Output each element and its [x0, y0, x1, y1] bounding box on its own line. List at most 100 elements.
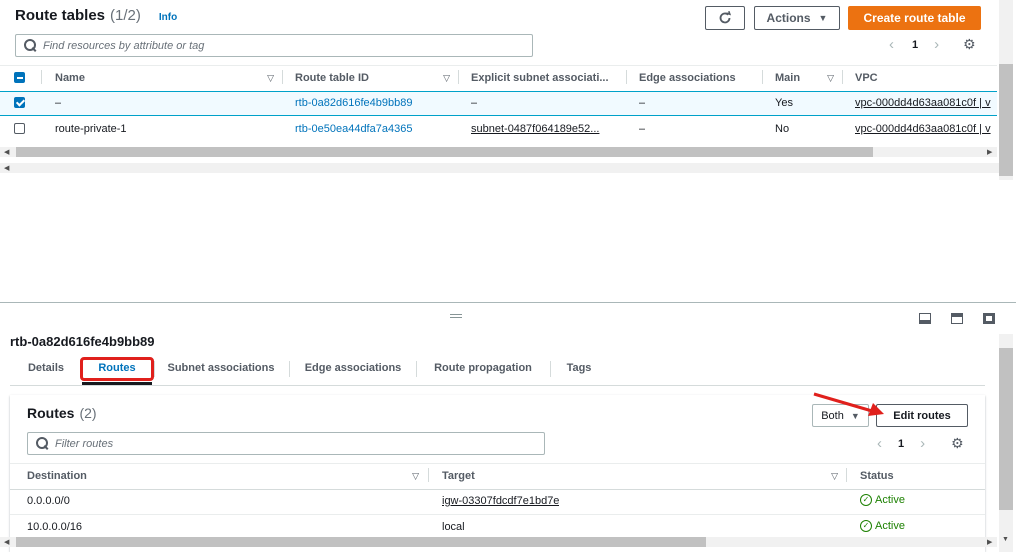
selection-count: (1/2)	[110, 7, 141, 24]
column-divider	[762, 70, 763, 84]
create-route-table-button[interactable]: Create route table	[848, 6, 981, 30]
column-divider	[842, 70, 843, 84]
row-name: –	[55, 97, 62, 109]
column-header-vpc[interactable]: VPC	[855, 65, 995, 91]
scrollbar-thumb[interactable]	[999, 64, 1013, 176]
drag-handle-icon[interactable]	[450, 314, 462, 315]
scrollbar-thumb[interactable]	[16, 537, 706, 547]
route-target-link[interactable]: igw-03307fdcdf7e1bd7e	[442, 495, 559, 507]
check-circle-icon: ✓	[860, 520, 872, 532]
routes-filter-input[interactable]: Filter routes	[27, 432, 545, 455]
edge-association: –	[639, 123, 646, 135]
caret-down-icon: ▼	[818, 13, 828, 23]
scrollbar-thumb[interactable]	[999, 348, 1013, 510]
select-all-checkbox[interactable]	[14, 72, 25, 83]
sort-icon: ▽	[831, 470, 838, 481]
tab-edge-associations[interactable]: Edge associations	[296, 356, 410, 380]
prev-page-icon[interactable]: ‹	[889, 36, 894, 53]
routes-pagination: ‹ 1 ›	[877, 435, 925, 452]
tabs-underline	[10, 385, 985, 386]
scroll-right-arrow[interactable]: ▶	[987, 148, 992, 156]
column-divider	[626, 70, 627, 84]
page-number[interactable]: 1	[912, 39, 918, 51]
column-divider	[282, 70, 283, 84]
status-text: Active	[875, 494, 905, 506]
actions-label: Actions	[766, 11, 811, 25]
resource-search-input[interactable]: Find resources by attribute or tag	[15, 34, 533, 57]
column-header-name[interactable]: Name ▽	[55, 65, 282, 91]
column-label: VPC	[855, 72, 878, 84]
column-header-main[interactable]: Main ▽	[775, 65, 842, 91]
main-flag: No	[775, 123, 790, 135]
annotation-arrow	[813, 392, 884, 416]
pagination: ‹ 1 ›	[889, 36, 939, 53]
column-header-subnet-associations[interactable]: Explicit subnet associati...	[471, 65, 626, 91]
filter-placeholder: Filter routes	[55, 437, 114, 450]
row-checkbox[interactable]	[14, 123, 25, 134]
scroll-down-arrow[interactable]: ▼	[1002, 536, 1009, 543]
settings-gear-icon[interactable]: ⚙	[963, 36, 976, 53]
panel-splitter[interactable]	[0, 302, 1016, 303]
panel-split-icon[interactable]	[951, 313, 963, 324]
next-page-icon[interactable]: ›	[920, 435, 925, 452]
annotation-highlight-box	[80, 357, 154, 381]
header-bottom-line	[10, 489, 985, 490]
column-header-edge-associations[interactable]: Edge associations	[639, 65, 761, 91]
refresh-button[interactable]	[705, 6, 745, 30]
scroll-right-arrow[interactable]: ▶	[987, 538, 992, 546]
column-label: Name	[55, 72, 85, 84]
column-label: Main	[775, 72, 801, 84]
panel-bottom-icon[interactable]	[919, 313, 931, 324]
edge-association: –	[639, 97, 646, 109]
page-title: Route tables	[15, 7, 106, 24]
info-link[interactable]: Info	[159, 12, 177, 23]
panel-horizontal-scrollbar[interactable]	[0, 163, 999, 173]
active-tab-indicator	[82, 382, 152, 385]
status-text: Active	[875, 520, 905, 532]
column-header-target[interactable]: Target ▽	[442, 463, 846, 489]
tab-divider	[289, 361, 290, 377]
sort-icon: ▽	[412, 470, 419, 481]
tab-details[interactable]: Details	[18, 356, 74, 380]
prev-page-icon[interactable]: ‹	[877, 435, 882, 452]
settings-gear-icon[interactable]: ⚙	[951, 435, 964, 452]
column-divider	[846, 468, 847, 482]
sort-icon: ▽	[267, 72, 274, 83]
tab-subnet-associations[interactable]: Subnet associations	[159, 356, 283, 380]
next-page-icon[interactable]: ›	[934, 36, 939, 53]
column-header-route-table-id[interactable]: Route table ID ▽	[295, 65, 458, 91]
tab-route-propagation[interactable]: Route propagation	[422, 356, 544, 380]
scrollbar-thumb[interactable]	[16, 147, 873, 157]
actions-button[interactable]: Actions ▼	[754, 6, 840, 30]
tab-tags[interactable]: Tags	[556, 356, 602, 380]
panel-full-icon[interactable]	[983, 313, 995, 324]
tab-divider	[416, 361, 417, 377]
scroll-left-arrow[interactable]: ◀	[4, 148, 9, 156]
table-row[interactable]	[0, 91, 997, 116]
column-label: Explicit subnet associati...	[471, 72, 609, 84]
route-table-id[interactable]: rtb-0e50ea44dfa7a4365	[295, 123, 412, 135]
scroll-left-arrow[interactable]: ◀	[4, 164, 9, 172]
route-tables-panel: Route tables (1/2) Info Actions ▼ Create…	[0, 0, 1016, 302]
route-target: local	[442, 521, 465, 533]
sort-icon: ▽	[443, 72, 450, 83]
drag-handle-icon[interactable]	[450, 317, 462, 318]
column-header-status[interactable]: Status	[860, 463, 980, 489]
subnet-association-link[interactable]: subnet-0487f064189e52...	[471, 123, 621, 135]
column-label: Route table ID	[295, 72, 369, 84]
route-tables-header: Route tables (1/2) Info	[15, 7, 177, 24]
route-table-id[interactable]: rtb-0a82d616fe4b9bb89	[295, 97, 412, 109]
column-header-destination[interactable]: Destination ▽	[27, 463, 427, 489]
routes-count: (2)	[79, 405, 97, 421]
row-name: route-private-1	[55, 123, 127, 135]
page-number[interactable]: 1	[898, 438, 904, 450]
detail-title: rtb-0a82d616fe4b9bb89	[10, 334, 155, 349]
column-label: Status	[860, 470, 894, 482]
route-status: ✓ Active	[860, 494, 905, 506]
scroll-left-arrow[interactable]: ◀	[4, 538, 9, 546]
vpc-link[interactable]: vpc-000dd4d63aa081c0f | v	[855, 123, 997, 135]
check-circle-icon: ✓	[860, 494, 872, 506]
row-checkbox[interactable]	[14, 97, 25, 108]
column-label: Edge associations	[639, 72, 736, 84]
vpc-link[interactable]: vpc-000dd4d63aa081c0f | v	[855, 97, 997, 109]
